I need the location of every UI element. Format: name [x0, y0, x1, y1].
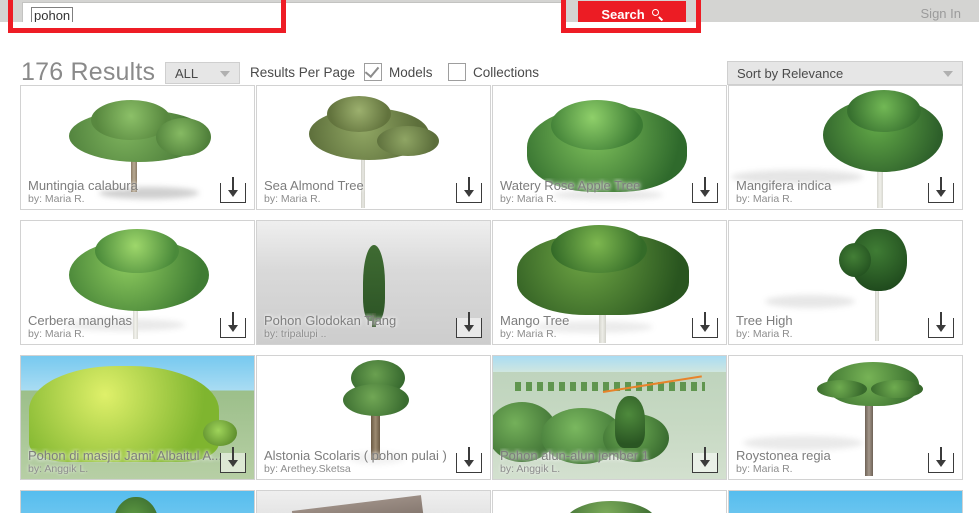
collections-label[interactable]: Collections	[473, 65, 539, 80]
sort-select[interactable]: Sort by Relevance	[727, 61, 963, 85]
download-icon[interactable]	[220, 177, 246, 203]
results-per-page-select[interactable]: ALL	[165, 62, 240, 84]
result-card[interactable]	[728, 490, 963, 513]
result-card[interactable]: Mangifera indica by: Maria R.	[728, 85, 963, 210]
result-card[interactable]: Roystonea regia by: Maria R.	[728, 355, 963, 480]
header-inner: pohon Search Sign In	[0, 0, 979, 22]
download-icon[interactable]	[928, 177, 954, 203]
models-checkbox[interactable]	[364, 62, 382, 81]
download-icon[interactable]	[692, 312, 718, 338]
sort-select-value: Sort by Relevance	[737, 65, 844, 81]
magnifier-icon	[651, 9, 663, 20]
result-card[interactable]: Tree High by: Maria R.	[728, 220, 963, 345]
download-icon[interactable]	[220, 447, 246, 473]
results-toolbar: 176 Results ALL Results Per Page Models …	[0, 22, 979, 86]
site-header: pohon Search Sign In	[0, 0, 979, 22]
results-count: 176 Results	[21, 58, 156, 86]
download-icon[interactable]	[220, 312, 246, 338]
result-card[interactable]	[20, 490, 255, 513]
result-card[interactable]: Pohon Glodokan Tiang by: tripalupi ..	[256, 220, 491, 345]
download-icon[interactable]	[692, 447, 718, 473]
download-icon[interactable]	[456, 447, 482, 473]
result-card[interactable]: Alstonia Scolaris ( pohon pulai ) by: Ar…	[256, 355, 491, 480]
result-card[interactable]: Sea Almond Tree by: Maria R.	[256, 85, 491, 210]
models-label[interactable]: Models	[389, 65, 433, 80]
download-icon[interactable]	[692, 177, 718, 203]
search-button-label: Search	[601, 7, 645, 22]
result-card[interactable]: Pohon alun-alun jember 1 by: Anggik L.	[492, 355, 727, 480]
result-card[interactable]: Pohon di masjid Jami' Albaitul A... by: …	[20, 355, 255, 480]
chevron-down-icon	[943, 71, 953, 77]
chevron-down-icon	[220, 71, 230, 77]
download-icon[interactable]	[928, 312, 954, 338]
download-icon[interactable]	[456, 177, 482, 203]
download-icon[interactable]	[928, 447, 954, 473]
sign-in-link[interactable]: Sign In	[921, 6, 961, 21]
results-per-page-value: ALL	[175, 65, 199, 81]
result-card[interactable]: Watery Rose Apple Tree by: Maria R.	[492, 85, 727, 210]
results-per-page-label: Results Per Page	[250, 65, 356, 80]
results-grid-partial-row	[20, 490, 964, 513]
result-card[interactable]	[256, 490, 491, 513]
search-input-value: pohon	[31, 7, 74, 22]
collections-checkbox[interactable]	[448, 63, 466, 81]
result-card[interactable]: Muntingia calabura by: Maria R.	[20, 85, 255, 210]
result-card[interactable]	[492, 490, 727, 513]
download-icon[interactable]	[456, 312, 482, 338]
search-button[interactable]: Search	[578, 1, 686, 22]
check-icon	[364, 62, 380, 79]
search-input[interactable]: pohon	[22, 2, 562, 22]
result-card[interactable]: Mango Tree by: Maria R.	[492, 220, 727, 345]
result-card[interactable]: Cerbera manghas by: Maria R.	[20, 220, 255, 345]
